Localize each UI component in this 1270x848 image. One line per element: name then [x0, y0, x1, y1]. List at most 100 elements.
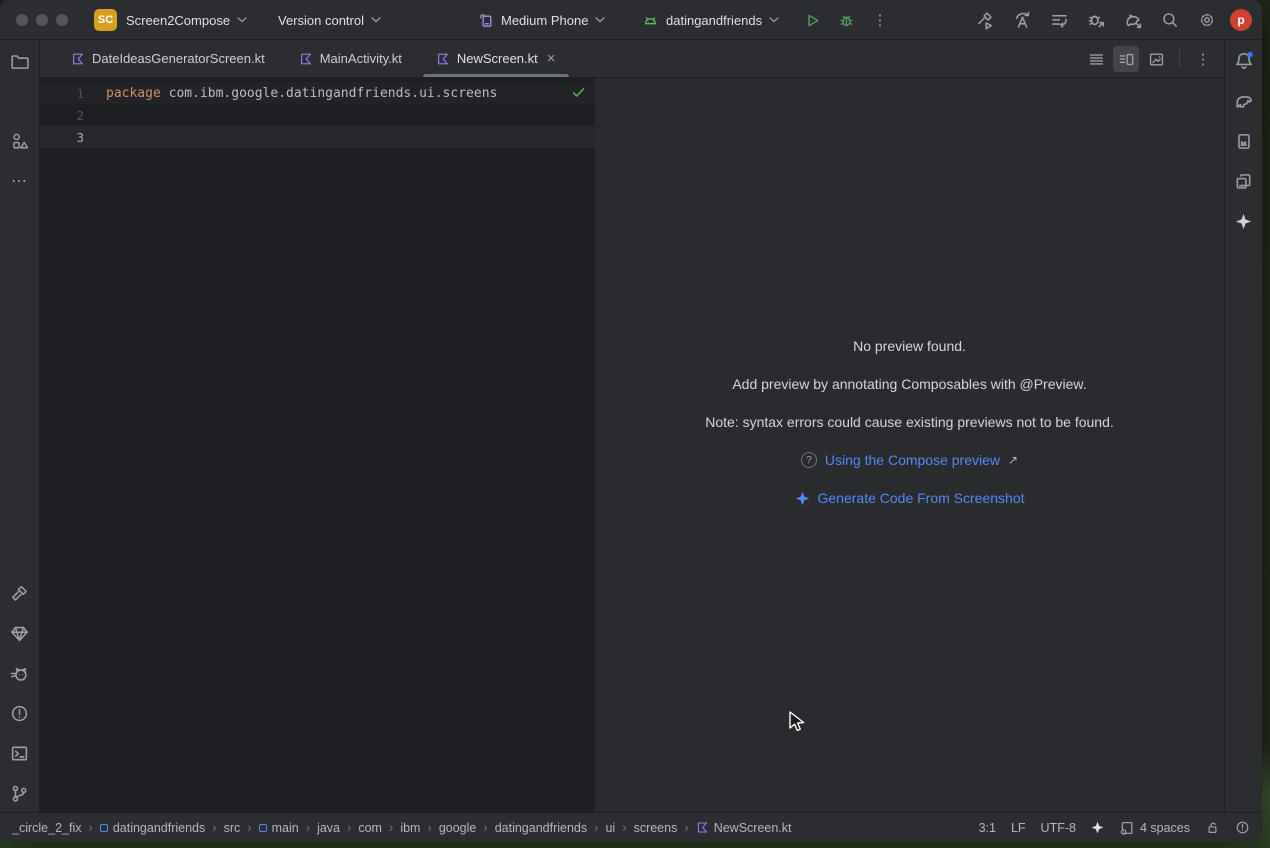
rotate-a-icon — [1013, 11, 1032, 30]
device-manager-tool-button[interactable] — [1230, 167, 1258, 195]
breadcrumb-item[interactable]: com — [358, 821, 382, 835]
indent-config-icon — [1119, 820, 1135, 836]
git-branch-icon — [10, 784, 29, 803]
encoding-widget[interactable]: UTF-8 — [1041, 821, 1076, 835]
breadcrumb-item[interactable]: _circle_2_fix — [12, 821, 81, 835]
chevron-down-icon — [371, 17, 381, 23]
line-number: 3 — [40, 130, 106, 145]
keyword-package: package — [106, 86, 161, 101]
readonly-toggle[interactable] — [1205, 820, 1220, 835]
terminal-tool-button[interactable] — [6, 739, 34, 767]
breadcrumb-item[interactable]: java — [317, 821, 340, 835]
gradle-tool-button[interactable] — [1230, 87, 1258, 115]
notifications-button[interactable] — [1230, 47, 1258, 75]
kebab-icon: ⋮ — [1196, 50, 1211, 68]
debug-button[interactable] — [832, 6, 860, 34]
close-tab-button[interactable]: × — [547, 51, 556, 66]
more-tool-windows-button[interactable]: ⋯ — [6, 167, 34, 195]
indent-widget[interactable]: 4 spaces — [1119, 820, 1190, 836]
shapes-icon — [11, 132, 29, 150]
running-devices-tool-button[interactable] — [1230, 127, 1258, 155]
sync-list-tool-button[interactable] — [1045, 6, 1073, 34]
version-control-tool-button[interactable] — [6, 779, 34, 807]
breadcrumb-item-file[interactable]: NewScreen.kt — [696, 821, 792, 835]
breadcrumb-separator: › — [306, 820, 310, 835]
breadcrumb-item[interactable]: datingandfriends — [495, 821, 587, 835]
user-avatar[interactable]: p — [1230, 9, 1252, 31]
line-separator-widget[interactable]: LF — [1011, 821, 1026, 835]
check-icon — [574, 89, 584, 96]
code-editor[interactable]: 1 package com.ibm.google.datingandfriend… — [40, 78, 595, 812]
app-quality-insights-tool-button[interactable] — [6, 619, 34, 647]
breadcrumb-separator: › — [347, 820, 351, 835]
resource-manager-tool-button[interactable] — [6, 127, 34, 155]
close-window-button[interactable] — [16, 14, 28, 26]
code-line-3[interactable]: 3 — [40, 126, 595, 148]
settings-button[interactable] — [1193, 6, 1221, 34]
generate-code-from-screenshot-link[interactable]: Generate Code From Screenshot — [795, 488, 1025, 508]
ai-status-widget[interactable] — [1091, 821, 1104, 834]
compose-preview-help-link[interactable]: ? Using the Compose preview ↗ — [801, 450, 1018, 470]
build-tool-button[interactable] — [6, 579, 34, 607]
breadcrumb-separator: › — [622, 820, 626, 835]
run-button[interactable] — [798, 6, 826, 34]
caret-position-widget[interactable]: 3:1 — [979, 821, 996, 835]
breadcrumb-item[interactable]: screens — [634, 821, 678, 835]
more-icon: ⋯ — [11, 171, 28, 191]
breadcrumb-item[interactable]: ui — [605, 821, 615, 835]
terminal-icon — [10, 744, 29, 763]
split-view-button[interactable] — [1113, 46, 1139, 72]
hammer-run-icon — [976, 11, 995, 30]
package-path: com.ibm.google.datingandfriends.ui.scree… — [161, 86, 498, 101]
tab-dateideasgeneratorscreen[interactable]: DateIdeasGeneratorScreen.kt — [54, 40, 282, 77]
line-number: 1 — [40, 86, 106, 101]
project-menu-label: Screen2Compose — [126, 13, 230, 28]
help-icon: ? — [801, 452, 817, 468]
left-tool-stripe: ⋯ — [0, 40, 40, 812]
gemini-tool-button[interactable] — [1230, 207, 1258, 235]
code-line-1[interactable]: 1 package com.ibm.google.datingandfriend… — [40, 82, 595, 104]
app-icon: SC — [94, 9, 117, 31]
line-number: 2 — [40, 108, 106, 123]
inspection-status-widget[interactable] — [571, 85, 586, 104]
sparkle-icon — [1091, 821, 1104, 834]
help-link-label: Using the Compose preview — [825, 452, 1000, 468]
breadcrumb-item[interactable]: main — [259, 821, 299, 835]
breadcrumb-item[interactable]: datingandfriends — [100, 821, 205, 835]
logcat-tool-button[interactable] — [6, 659, 34, 687]
tab-mainactivity[interactable]: MainActivity.kt — [282, 40, 419, 77]
build-run-tool-button[interactable] — [971, 6, 999, 34]
breadcrumb-separator: › — [594, 820, 598, 835]
project-tool-button[interactable] — [6, 47, 34, 75]
ai-code-action-button[interactable] — [1008, 6, 1036, 34]
hammer-icon — [10, 584, 29, 603]
device-selector[interactable]: Medium Phone — [478, 0, 605, 40]
elephant-icon — [1234, 91, 1254, 111]
breadcrumb-item[interactable]: ibm — [400, 821, 420, 835]
run-configuration-selector[interactable]: datingandfriends — [642, 0, 779, 40]
code-view-icon — [1088, 51, 1105, 68]
profiler-button[interactable] — [1119, 6, 1147, 34]
code-line-2[interactable]: 2 — [40, 104, 595, 126]
tab-newscreen[interactable]: NewScreen.kt × — [419, 40, 573, 77]
run-more-menu-button[interactable]: ⋮ — [866, 6, 894, 34]
version-control-menu-button[interactable]: Version control — [272, 0, 387, 40]
breadcrumb-item[interactable]: google — [439, 821, 477, 835]
zoom-window-button[interactable] — [56, 14, 68, 26]
error-status-widget[interactable] — [1235, 820, 1250, 835]
minimize-window-button[interactable] — [36, 14, 48, 26]
problems-tool-button[interactable] — [6, 699, 34, 727]
breadcrumb-separator: › — [427, 820, 431, 835]
breadcrumb-item[interactable]: src — [224, 821, 241, 835]
design-view-button[interactable] — [1143, 46, 1169, 72]
project-menu-button[interactable]: Screen2Compose — [120, 0, 253, 40]
search-everywhere-button[interactable] — [1156, 6, 1184, 34]
code-view-button[interactable] — [1083, 46, 1109, 72]
kotlin-file-icon — [696, 821, 709, 834]
attach-debugger-button[interactable] — [1082, 6, 1110, 34]
editor-tab-bar: DateIdeasGeneratorScreen.kt MainActivity… — [40, 40, 1224, 78]
editor-options-button[interactable]: ⋮ — [1190, 46, 1216, 72]
design-view-icon — [1148, 51, 1165, 68]
sparkle-icon — [1235, 213, 1252, 230]
warning-circle-icon — [10, 704, 29, 723]
